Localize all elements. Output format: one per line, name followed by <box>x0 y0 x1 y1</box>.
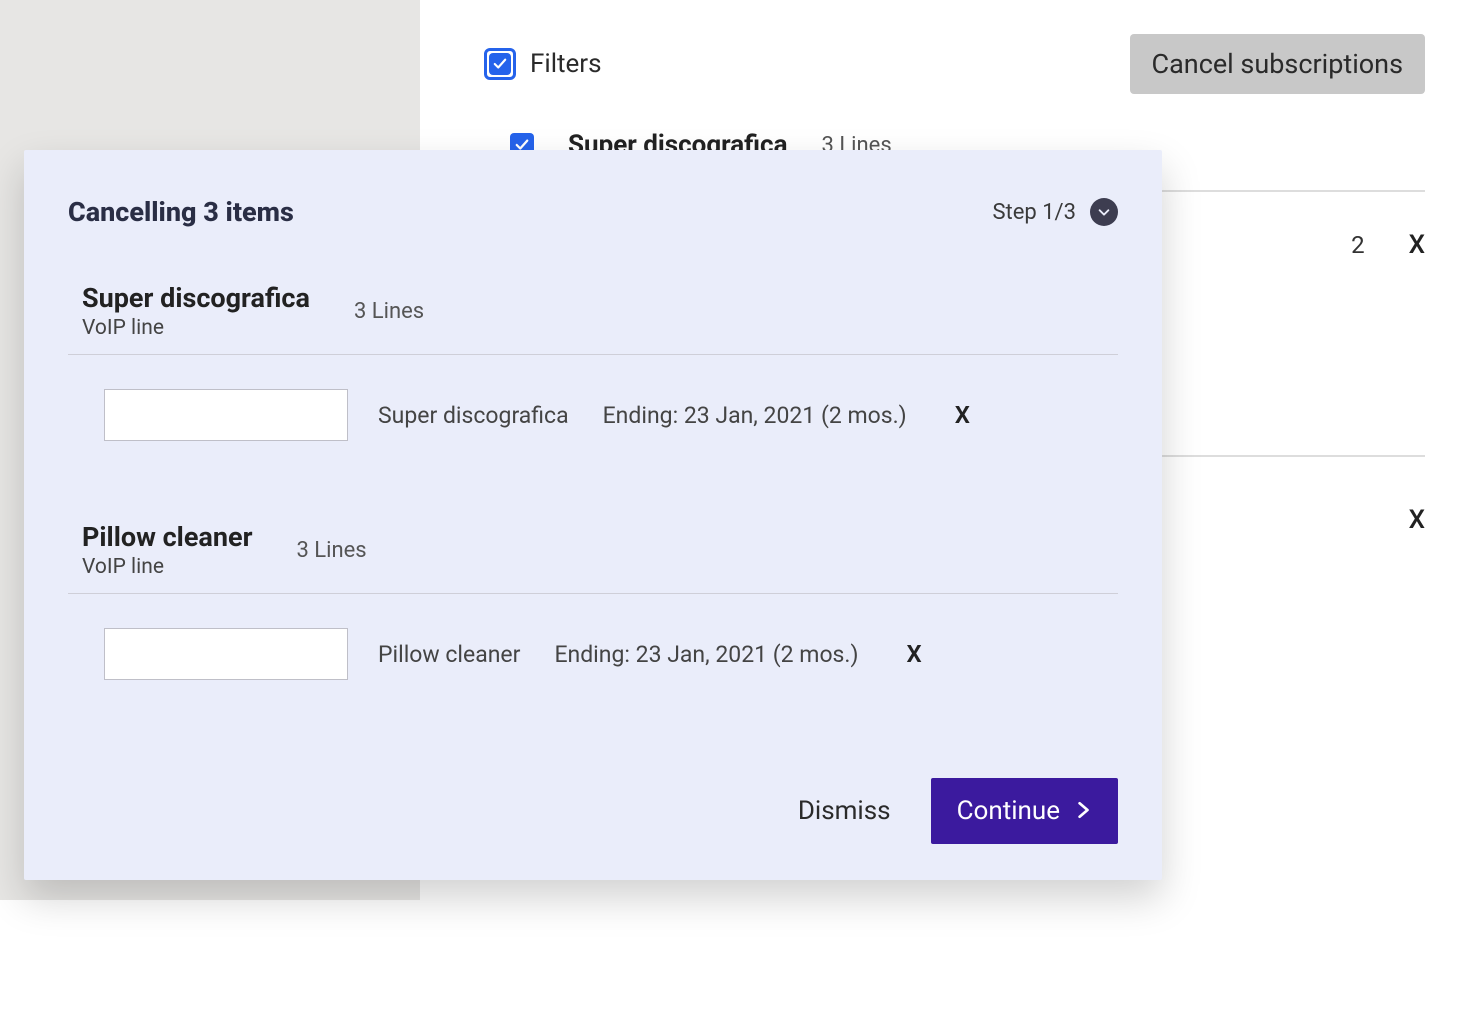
section-name: Super discografica <box>82 282 310 314</box>
chevron-down-icon[interactable] <box>1090 198 1118 226</box>
cancel-subscriptions-button[interactable]: Cancel subscriptions <box>1130 34 1425 94</box>
section-lines: 3 Lines <box>296 538 366 563</box>
step-label: Step 1/3 <box>992 200 1076 225</box>
remove-line-button[interactable]: X <box>907 640 922 668</box>
filters-label: Filters <box>530 49 602 79</box>
background-row-trail: 2 <box>1351 231 1365 259</box>
filters-row: Filters Cancel subscriptions <box>420 34 1481 94</box>
cancel-line-row: Super discografica Ending: 23 Jan, 2021 … <box>68 389 1118 441</box>
checkmark-icon <box>489 53 511 75</box>
filters-checkbox[interactable] <box>484 48 516 80</box>
background-row: X <box>1409 505 1425 535</box>
continue-button[interactable]: Continue <box>931 778 1118 844</box>
line-input[interactable] <box>104 389 348 441</box>
background-row: 2 X <box>1351 230 1425 260</box>
cancel-modal: Cancelling 3 items Step 1/3 Super discog… <box>24 150 1162 880</box>
section-header: Pillow cleaner VoIP line 3 Lines <box>68 521 1118 594</box>
filters-toggle[interactable]: Filters <box>484 48 602 80</box>
modal-header: Cancelling 3 items Step 1/3 <box>68 196 1118 228</box>
section-subtitle: VoIP line <box>82 316 310 340</box>
step-indicator[interactable]: Step 1/3 <box>992 198 1118 226</box>
section-lines: 3 Lines <box>354 299 424 324</box>
line-name: Super discografica <box>378 402 569 429</box>
section-header: Super discografica VoIP line 3 Lines <box>68 282 1118 355</box>
modal-title: Cancelling 3 items <box>68 196 294 228</box>
cancel-section: Super discografica VoIP line 3 Lines Sup… <box>68 282 1118 441</box>
section-title-block: Pillow cleaner VoIP line <box>82 521 252 579</box>
modal-footer: Dismiss Continue <box>798 778 1118 844</box>
remove-line-button[interactable]: X <box>955 401 970 429</box>
section-name: Pillow cleaner <box>82 521 252 553</box>
continue-label: Continue <box>957 796 1060 826</box>
cancel-line-row: Pillow cleaner Ending: 23 Jan, 2021 (2 m… <box>68 628 1118 680</box>
line-name: Pillow cleaner <box>378 641 520 668</box>
dismiss-button[interactable]: Dismiss <box>798 796 891 826</box>
remove-row-button[interactable]: X <box>1409 230 1425 260</box>
remove-row-button[interactable]: X <box>1409 505 1425 535</box>
line-ending: Ending: 23 Jan, 2021 (2 mos.) <box>603 402 907 429</box>
cancel-section: Pillow cleaner VoIP line 3 Lines Pillow … <box>68 521 1118 680</box>
line-input[interactable] <box>104 628 348 680</box>
line-ending: Ending: 23 Jan, 2021 (2 mos.) <box>554 641 858 668</box>
section-title-block: Super discografica VoIP line <box>82 282 310 340</box>
section-subtitle: VoIP line <box>82 555 252 579</box>
chevron-right-icon <box>1074 796 1092 826</box>
